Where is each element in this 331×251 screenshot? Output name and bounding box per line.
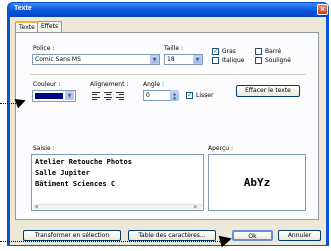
font-dropdown-button[interactable]: ▼ [150, 55, 159, 64]
text-input-area[interactable]: Atelier Retouche Photos Salle Jupiter Bâ… [31, 154, 204, 211]
chevron-down-icon: ▼ [67, 93, 72, 99]
angle-label: Angle : [143, 81, 165, 88]
strike-checkbox[interactable] [255, 48, 262, 55]
align-center-icon[interactable] [104, 92, 112, 100]
font-label: Police : [33, 45, 55, 52]
size-label: Taille : [164, 45, 183, 52]
transform-selection-button[interactable]: Transformer en sélection [23, 230, 121, 241]
color-label: Couleur : [33, 81, 61, 88]
cancel-button[interactable]: Annuler [278, 230, 321, 241]
smooth-label: Lisser [196, 92, 214, 99]
input-label: Saisie : [33, 145, 55, 152]
clear-text-button[interactable]: Effacer le texte [236, 85, 300, 97]
color-dropdown-button[interactable]: ▼ [65, 91, 74, 100]
scroll-right-icon[interactable]: ▶ [194, 204, 198, 210]
italic-checkbox[interactable] [212, 57, 219, 64]
horizontal-scrollbar[interactable]: ◀ ▶ [33, 204, 202, 210]
title-bar[interactable] [9, 3, 327, 17]
separator [30, 74, 306, 75]
close-button[interactable]: × [317, 4, 328, 15]
alignment-label: Alignement : [90, 81, 129, 88]
tab-effets[interactable]: Effets [37, 21, 63, 32]
color-picker[interactable]: ▼ [32, 90, 76, 102]
underline-checkbox[interactable] [255, 57, 262, 64]
spinner-arrows-icon: ▲ ▼ [172, 91, 177, 101]
strike-label: Barré [265, 48, 282, 55]
size-dropdown-button[interactable]: ▼ [193, 55, 202, 64]
preview-text: AbYz [243, 176, 271, 189]
ok-button[interactable]: Ok [232, 230, 273, 241]
align-left-icon[interactable] [92, 92, 100, 100]
bold-label: Gras [222, 48, 236, 55]
size-select-value: 18 [167, 56, 175, 63]
scroll-left-icon[interactable]: ◀ [34, 204, 38, 210]
character-table-button[interactable]: Table des caractères... [128, 230, 216, 241]
color-swatch [35, 93, 63, 99]
smooth-checkbox[interactable] [186, 91, 193, 99]
font-select-value: Comic Sans MS [35, 56, 81, 63]
preview-box: AbYz [208, 154, 306, 211]
preview-label: Aperçu : [208, 145, 233, 152]
window-title: Texte [14, 5, 32, 12]
font-select[interactable]: Comic Sans MS [32, 54, 160, 65]
angle-input-value: 0 [146, 92, 150, 99]
align-right-icon[interactable] [116, 92, 124, 100]
underline-label: Souligné [265, 57, 291, 64]
angle-spinner[interactable]: ▲ ▼ [170, 90, 179, 101]
bold-checkbox[interactable] [212, 47, 219, 55]
chevron-down-icon: ▼ [195, 57, 200, 63]
input-line: Bâtiment Sciences C [35, 180, 116, 188]
annotation-line-ok [0, 241, 222, 242]
input-line: Salle Jupiter [35, 169, 90, 177]
italic-label: Italique [222, 57, 245, 64]
chevron-down-icon: ▼ [152, 57, 157, 63]
input-line: Atelier Retouche Photos [35, 158, 132, 166]
